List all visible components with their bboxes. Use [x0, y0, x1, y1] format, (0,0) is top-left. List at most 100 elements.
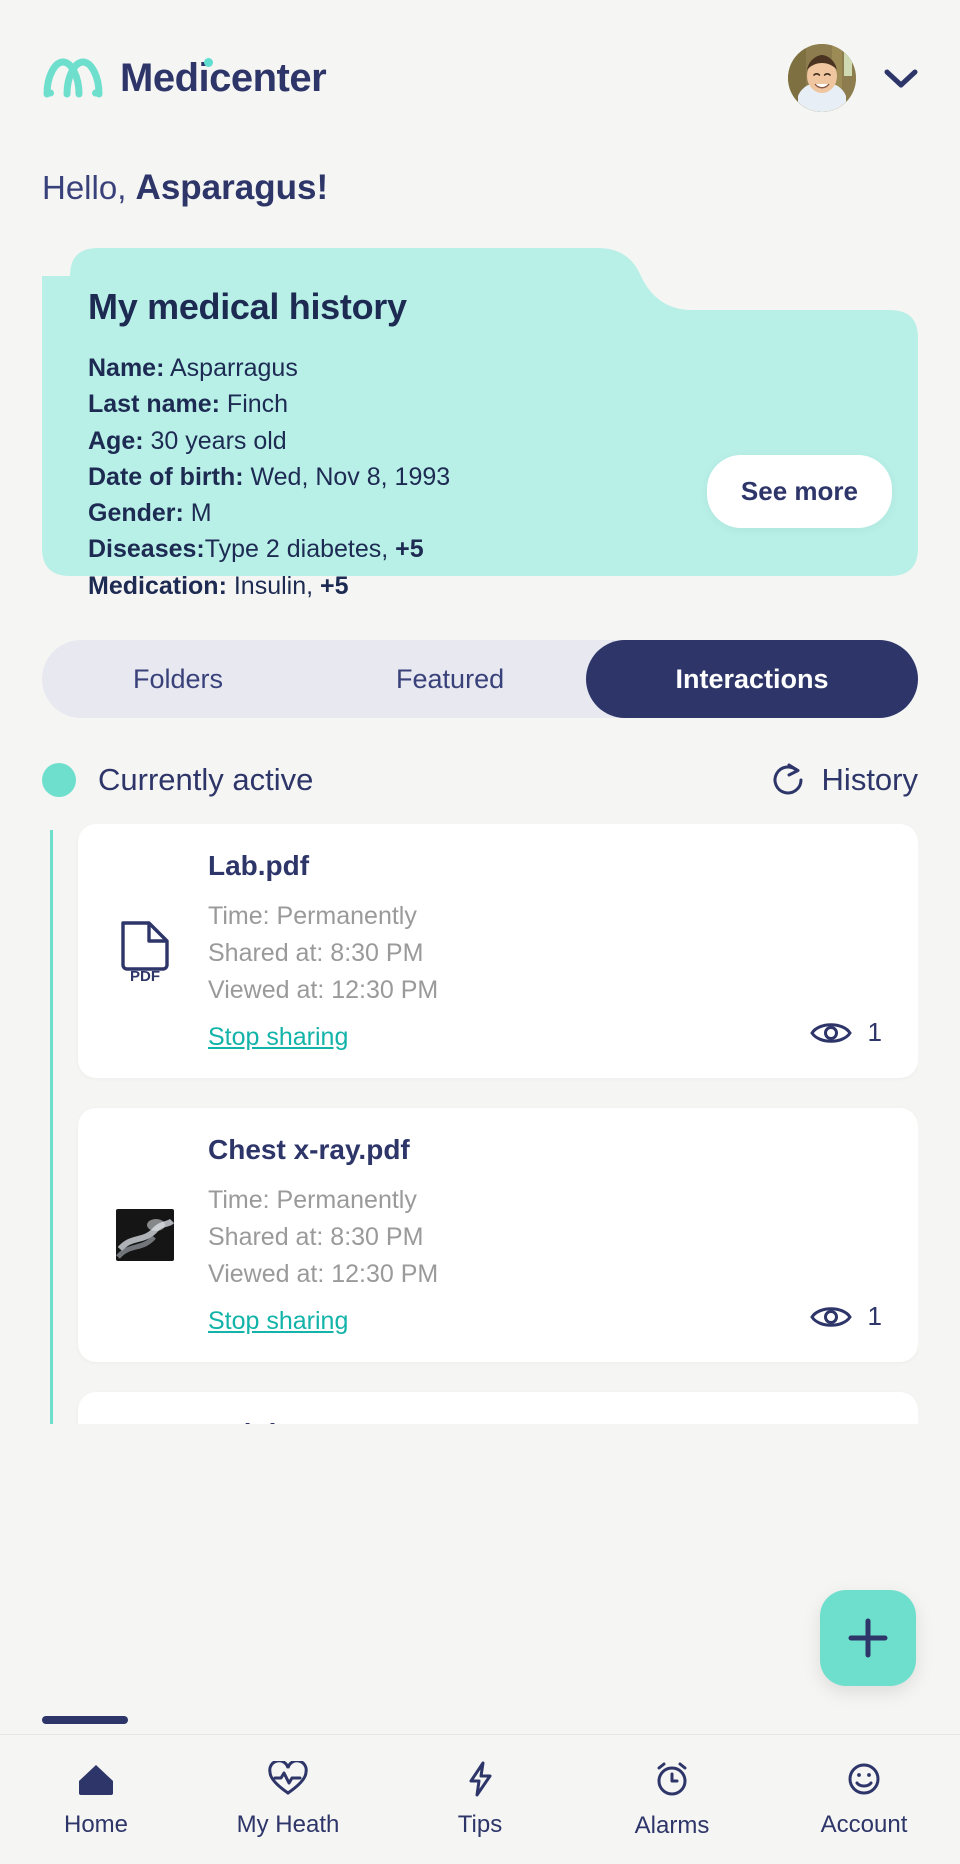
- history-row-label: Name:: [88, 354, 165, 382]
- view-count: 1: [867, 1017, 882, 1047]
- pdf-file-icon: PDF: [121, 921, 169, 983]
- user-avatar-photo-icon: [788, 44, 856, 112]
- file-icon-slot: [108, 1134, 182, 1336]
- tab-bar: Folders Featured Interactions: [42, 640, 918, 718]
- stop-sharing-link[interactable]: Stop sharing: [208, 1307, 348, 1336]
- file-icon-slot: PDF: [108, 850, 182, 1052]
- nav-item-account[interactable]: Account: [768, 1761, 960, 1839]
- active-status-dot-icon: [42, 763, 76, 797]
- history-label: History: [821, 762, 918, 797]
- list-item[interactable]: Chest x-ray.pdf Time: Permanently Shared…: [78, 1108, 918, 1362]
- list-item[interactable]: PDF Lab.pdf Time: Permanently Shared at:…: [78, 824, 918, 1078]
- nav-label-tips: Tips: [457, 1810, 503, 1838]
- file-details: Lab.pdf Time: Permanently Shared at: 8:3…: [208, 850, 888, 1052]
- stop-sharing-link[interactable]: Stop sharing: [208, 1023, 348, 1052]
- avatar[interactable]: [788, 44, 856, 112]
- history-row-value: Wed, Nov 8, 1993: [243, 462, 451, 491]
- eye-icon: [809, 1306, 852, 1327]
- history-row-extra-count: +5: [320, 571, 349, 600]
- home-icon: [79, 1764, 113, 1795]
- file-title: Height: [208, 1418, 888, 1424]
- file-details: Height Time: Permanently Shared at: 8:30…: [208, 1418, 888, 1424]
- history-row-value: Insulin,: [226, 571, 321, 600]
- nav-label-my-heath: My Heath: [236, 1810, 340, 1838]
- history-row-value: Asparragus: [164, 354, 298, 382]
- svg-text:PDF: PDF: [130, 968, 160, 983]
- medical-history-title: My medical history: [88, 286, 407, 327]
- file-icon-slot: [108, 1418, 182, 1424]
- header-actions: [788, 44, 920, 112]
- file-time: Time: Permanently: [208, 902, 417, 930]
- greeting-prefix: Hello,: [42, 169, 136, 206]
- history-row-label: Gender:: [88, 499, 184, 527]
- history-row-value: Type 2 diabetes,: [204, 535, 396, 564]
- plus-icon: [848, 1618, 888, 1658]
- history-row: Last name: Finch: [88, 386, 872, 422]
- heartbeat-icon: [268, 1760, 308, 1795]
- add-button[interactable]: [820, 1590, 916, 1686]
- brand-logo[interactable]: Medicenter: [42, 55, 327, 101]
- nav-label-alarms: Alarms: [634, 1811, 710, 1839]
- chevron-down-icon[interactable]: [882, 66, 920, 90]
- greeting-username: Asparagus!: [135, 168, 329, 207]
- tab-featured[interactable]: Featured: [314, 640, 586, 718]
- file-time: Time: Permanently: [208, 1186, 417, 1214]
- timeline-rail: [50, 830, 53, 1424]
- history-row-label: Age:: [88, 426, 144, 455]
- smiley-face-icon: [848, 1763, 880, 1794]
- history-row-label: Medication:: [88, 571, 227, 600]
- interactions-list: PDF Lab.pdf Time: Permanently Shared at:…: [42, 824, 918, 1424]
- medicenter-arches-logo-icon: [43, 58, 103, 98]
- refresh-history-icon: [773, 763, 803, 795]
- app-header: Medicenter: [0, 0, 960, 112]
- tab-folders[interactable]: Folders: [42, 640, 314, 718]
- nav-label-account: Account: [820, 1810, 908, 1838]
- currently-active-group: Currently active: [42, 762, 313, 798]
- history-row: Diseases:Type 2 diabetes, +5: [88, 531, 872, 567]
- app-screen: Medicenter Hello, Asparagus! My medical …: [0, 0, 960, 1864]
- xray-thumbnail-icon: [116, 1209, 174, 1261]
- brand-i-dot-icon: [204, 57, 213, 67]
- history-row-value: 30 years old: [143, 426, 287, 455]
- history-row-label: Last name:: [88, 390, 220, 419]
- view-count: 1: [867, 1301, 882, 1331]
- greeting: Hello, Asparagus!: [42, 168, 960, 208]
- brand-name-text: Medicenter: [120, 55, 327, 100]
- view-count-group: 1: [809, 1017, 882, 1048]
- history-row-label: Date of birth:: [88, 462, 244, 491]
- history-row: Medication: Insulin, +5: [88, 568, 872, 604]
- history-button[interactable]: History: [770, 762, 918, 798]
- file-viewed-at: Viewed at: 12:30 PM: [208, 976, 439, 1004]
- view-count-group: 1: [809, 1301, 882, 1332]
- file-viewed-at: Viewed at: 12:30 PM: [208, 1260, 439, 1288]
- home-indicator: [42, 1716, 128, 1724]
- alarm-clock-icon: [657, 1762, 687, 1795]
- file-title: Lab.pdf: [208, 850, 310, 881]
- history-row: Age: 30 years old: [88, 423, 872, 459]
- history-row: Name: Asparragus: [88, 350, 872, 386]
- eye-icon: [809, 1022, 852, 1043]
- nav-label-home: Home: [63, 1810, 129, 1838]
- lightning-bolt-icon: [469, 1761, 492, 1796]
- medical-history-content: My medical history Name: Asparragus Last…: [42, 244, 918, 600]
- tab-interactions[interactable]: Interactions: [586, 640, 918, 718]
- file-details: Chest x-ray.pdf Time: Permanently Shared…: [208, 1134, 888, 1336]
- file-shared-at: Shared at: 8:30 PM: [208, 939, 424, 967]
- history-row-value: M: [183, 499, 212, 527]
- list-item[interactable]: Height Time: Permanently Shared at: 8:30…: [78, 1392, 918, 1424]
- nav-item-my-heath[interactable]: My Heath: [192, 1760, 384, 1839]
- nav-item-home[interactable]: Home: [0, 1761, 192, 1839]
- file-title: Chest x-ray.pdf: [208, 1134, 410, 1165]
- history-row-label: Diseases:: [88, 535, 205, 564]
- bottom-navigation: Home My Heath Tips Alarms Account: [0, 1734, 960, 1864]
- nav-item-tips[interactable]: Tips: [384, 1761, 576, 1839]
- history-row-value: Finch: [219, 390, 289, 419]
- history-row-extra-count: +5: [395, 535, 424, 564]
- medical-history-card: My medical history Name: Asparragus Last…: [42, 244, 918, 600]
- see-more-button[interactable]: See more: [706, 455, 892, 528]
- brand-name: Medicenter: [120, 55, 327, 101]
- section-header: Currently active History: [42, 762, 918, 798]
- currently-active-label: Currently active: [98, 762, 314, 797]
- nav-item-alarms[interactable]: Alarms: [576, 1760, 768, 1840]
- file-shared-at: Shared at: 8:30 PM: [208, 1223, 424, 1251]
